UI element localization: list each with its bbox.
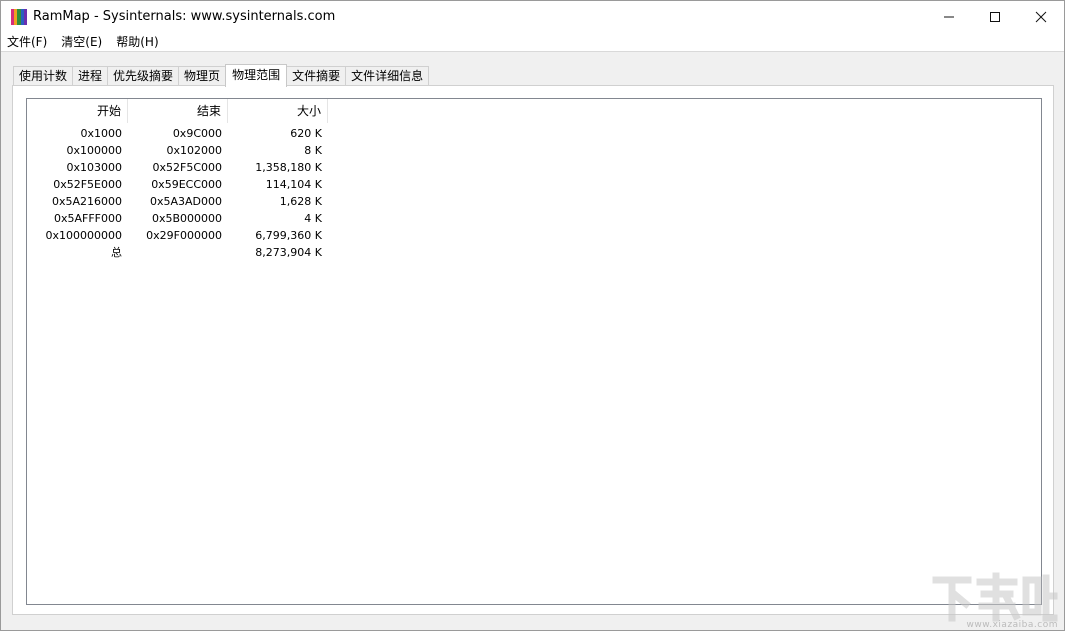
column-header-end[interactable]: 结束 xyxy=(128,99,228,123)
menu-empty[interactable]: 清空(E) xyxy=(54,32,109,52)
close-button[interactable] xyxy=(1018,1,1064,32)
cell-size: 114,104 K xyxy=(265,178,322,191)
table-row[interactable]: 0x100000000 0x29F000000 6,799,360 K xyxy=(27,227,328,244)
tab-strip: 使用计数 进程 优先级摘要 物理页 物理范围 文件摘要 文件详细信息 xyxy=(13,64,430,87)
maximize-button[interactable] xyxy=(972,1,1018,32)
table-row[interactable]: 0x52F5E000 0x59ECC000 114,104 K xyxy=(27,176,328,193)
table-row[interactable]: 0x5A216000 0x5A3AD000 1,628 K xyxy=(27,193,328,210)
rammap-app-icon xyxy=(11,8,28,25)
tab-panel-physical-ranges: 开始 结束 大小 0x1000 0x9C000 620 K 0x100000 0… xyxy=(12,85,1054,615)
cell-end: 0x5A3AD000 xyxy=(149,195,222,208)
cell-size: 1,358,180 K xyxy=(255,161,322,174)
title-bar[interactable]: RamMap - Sysinternals: www.sysinternals.… xyxy=(1,1,1064,32)
tab-physical-ranges[interactable]: 物理范围 xyxy=(225,64,288,87)
tab-physical-pages[interactable]: 物理页 xyxy=(178,66,227,86)
maximize-icon xyxy=(990,11,1000,22)
table-row[interactable]: 0x1000 0x9C000 620 K xyxy=(27,125,328,142)
table-row[interactable]: 0x103000 0x52F5C000 1,358,180 K xyxy=(27,159,328,176)
menu-bar: 文件(F) 清空(E) 帮助(H) xyxy=(1,32,1064,52)
minimize-icon xyxy=(944,16,954,17)
tab-use-counts[interactable]: 使用计数 xyxy=(13,66,74,86)
watermark-logo xyxy=(932,572,1058,622)
column-header-size[interactable]: 大小 xyxy=(228,99,328,123)
list-header: 开始 结束 大小 xyxy=(27,99,328,123)
cell-end: 0x102000 xyxy=(166,144,223,157)
cell-end: 0x29F000000 xyxy=(146,229,222,242)
column-header-start[interactable]: 开始 xyxy=(27,99,128,123)
cell-start: 0x1000 xyxy=(80,127,122,140)
watermark-url: www.xiazaiba.com xyxy=(966,620,1058,630)
rammap-window: RamMap - Sysinternals: www.sysinternals.… xyxy=(0,0,1065,631)
physical-ranges-list[interactable]: 开始 结束 大小 0x1000 0x9C000 620 K 0x100000 0… xyxy=(26,98,1042,605)
menu-help[interactable]: 帮助(H) xyxy=(109,32,165,52)
table-row[interactable]: 0x100000 0x102000 8 K xyxy=(27,142,328,159)
cell-size: 620 K xyxy=(290,127,322,140)
cell-start: 0x103000 xyxy=(66,161,123,174)
window-title: RamMap - Sysinternals: www.sysinternals.… xyxy=(33,9,336,24)
tab-priority-summary[interactable]: 优先级摘要 xyxy=(107,66,180,86)
window-controls xyxy=(926,1,1064,32)
cell-end: 0x5B000000 xyxy=(151,212,222,225)
cell-end: 0x59ECC000 xyxy=(151,178,222,191)
menu-file[interactable]: 文件(F) xyxy=(1,32,54,52)
cell-end: 0x9C000 xyxy=(172,127,222,140)
cell-start: 0x100000 xyxy=(66,144,123,157)
cell-start: 0x100000000 xyxy=(45,229,123,242)
cell-start: 0x5A216000 xyxy=(51,195,122,208)
total-label: 总 xyxy=(111,246,122,259)
tab-processes[interactable]: 进程 xyxy=(72,66,109,86)
cell-start: 0x52F5E000 xyxy=(53,178,122,191)
cell-size: 8 K xyxy=(304,144,322,157)
total-size: 8,273,904 K xyxy=(255,246,322,259)
cell-start: 0x5AFFF000 xyxy=(53,212,122,225)
cell-size: 6,799,360 K xyxy=(255,229,322,242)
cell-size: 1,628 K xyxy=(279,195,322,208)
cell-end: 0x52F5C000 xyxy=(152,161,222,174)
tab-file-summary[interactable]: 文件摘要 xyxy=(286,66,347,86)
total-row[interactable]: 总 8,273,904 K xyxy=(27,244,328,261)
list-rows: 0x1000 0x9C000 620 K 0x100000 0x102000 8… xyxy=(27,125,328,261)
app-icon-stripe xyxy=(23,8,28,25)
tab-file-details[interactable]: 文件详细信息 xyxy=(345,66,430,86)
cell-end xyxy=(128,244,228,261)
table-row[interactable]: 0x5AFFF000 0x5B000000 4 K xyxy=(27,210,328,227)
close-icon xyxy=(1035,11,1047,22)
minimize-button[interactable] xyxy=(926,1,972,32)
cell-size: 4 K xyxy=(304,212,322,225)
